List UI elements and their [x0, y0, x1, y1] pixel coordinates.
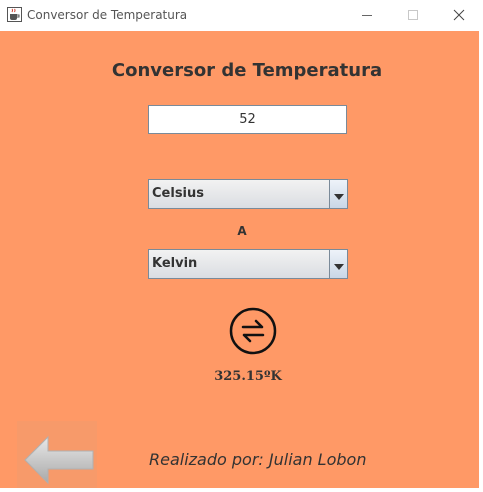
result-text: 325.15ºK — [214, 369, 282, 384]
connector-label: A — [237, 224, 247, 238]
swap-arrows-icon — [228, 307, 278, 360]
maximize-button[interactable] — [391, 0, 435, 31]
convert-button[interactable] — [228, 306, 278, 356]
java-cup-icon — [7, 7, 22, 22]
main-panel: Conversor de Temperatura Celsius A Kelvi… — [0, 31, 479, 488]
temperature-input[interactable] — [148, 105, 347, 134]
chevron-down-icon — [333, 255, 344, 274]
window-border — [479, 31, 483, 488]
from-unit-select[interactable]: Celsius — [148, 179, 348, 209]
title-bar[interactable]: Conversor de Temperatura — [0, 0, 483, 31]
close-icon — [453, 6, 465, 25]
dropdown-arrow-button[interactable] — [329, 180, 347, 208]
maximize-icon — [407, 6, 419, 25]
from-unit-value: Celsius — [152, 186, 204, 201]
page-title: Conversor de Temperatura — [111, 60, 383, 81]
dropdown-arrow-button[interactable] — [329, 250, 347, 278]
chevron-down-icon — [333, 185, 344, 204]
to-unit-select[interactable]: Kelvin — [148, 249, 348, 279]
author-credit: Realizado por: Julian Lobon — [149, 450, 367, 469]
to-unit-value: Kelvin — [152, 256, 198, 271]
window-title: Conversor de Temperatura — [27, 8, 188, 22]
back-arrow-icon — [17, 435, 97, 492]
minimize-button[interactable] — [345, 0, 389, 31]
minimize-icon — [361, 6, 373, 25]
app-window: Conversor de Temperatura Conversor de Te… — [0, 0, 483, 488]
back-button[interactable] — [17, 421, 97, 488]
close-button[interactable] — [437, 0, 481, 31]
